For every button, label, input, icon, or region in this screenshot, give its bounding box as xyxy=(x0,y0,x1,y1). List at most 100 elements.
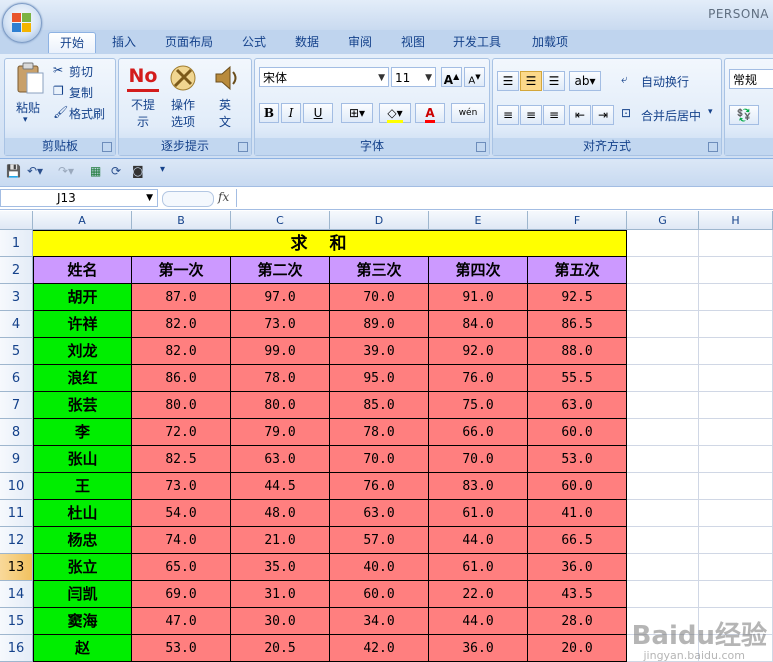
name-cell[interactable]: 杨忠 xyxy=(33,527,132,554)
italic-button[interactable]: I xyxy=(281,103,301,123)
clipboard-launcher-icon[interactable] xyxy=(102,142,112,152)
score-cell[interactable]: 55.5 xyxy=(528,365,627,392)
cut-button[interactable]: 剪切 xyxy=(69,63,93,80)
chevron-down-icon[interactable]: ▼ xyxy=(146,190,153,206)
empty-cell[interactable] xyxy=(699,473,773,500)
score-cell[interactable]: 42.0 xyxy=(330,635,429,662)
empty-cell[interactable] xyxy=(699,419,773,446)
score-cell[interactable]: 76.0 xyxy=(429,365,528,392)
save-icon[interactable]: 💾 xyxy=(6,164,21,178)
formula-input[interactable] xyxy=(236,189,773,207)
english-button[interactable]: 英文 xyxy=(217,97,233,131)
shrink-font-button[interactable]: A▼ xyxy=(464,67,485,87)
empty-cell[interactable] xyxy=(699,338,773,365)
score-cell[interactable]: 63.0 xyxy=(231,446,330,473)
row-header-6[interactable]: 6 xyxy=(0,365,33,392)
score-cell[interactable]: 95.0 xyxy=(330,365,429,392)
score-cell[interactable]: 20.5 xyxy=(231,635,330,662)
score-cell[interactable]: 36.0 xyxy=(429,635,528,662)
name-cell[interactable]: 闫凯 xyxy=(33,581,132,608)
select-all-corner[interactable] xyxy=(0,211,33,230)
name-cell[interactable]: 王 xyxy=(33,473,132,500)
name-cell[interactable]: 刘龙 xyxy=(33,338,132,365)
score-cell[interactable]: 80.0 xyxy=(231,392,330,419)
score-cell[interactable]: 70.0 xyxy=(330,284,429,311)
score-cell[interactable]: 85.0 xyxy=(330,392,429,419)
increase-indent-button[interactable]: ⇥ xyxy=(592,105,614,125)
column-header-h[interactable]: H xyxy=(699,211,773,230)
row-header-9[interactable]: 9 xyxy=(0,446,33,473)
score-cell[interactable]: 97.0 xyxy=(231,284,330,311)
score-cell[interactable]: 60.0 xyxy=(528,419,627,446)
row-header-5[interactable]: 5 xyxy=(0,338,33,365)
align-left-button[interactable]: ≡ xyxy=(497,105,519,125)
row-header-12[interactable]: 12 xyxy=(0,527,33,554)
empty-cell[interactable] xyxy=(627,554,699,581)
format-painter-button[interactable]: 格式刷 xyxy=(69,105,105,122)
font-size-select[interactable]: 11 ▼ xyxy=(391,67,436,87)
empty-cell[interactable] xyxy=(627,446,699,473)
empty-cell[interactable] xyxy=(627,284,699,311)
header-cell[interactable]: 第一次 xyxy=(132,257,231,284)
empty-cell[interactable] xyxy=(699,554,773,581)
bold-button[interactable]: B xyxy=(259,103,279,123)
align-right-button[interactable]: ≡ xyxy=(543,105,565,125)
column-header-f[interactable]: F xyxy=(528,211,627,230)
tab-home[interactable]: 开始 xyxy=(48,32,96,53)
office-button[interactable] xyxy=(2,3,42,43)
empty-cell[interactable] xyxy=(699,581,773,608)
score-cell[interactable]: 39.0 xyxy=(330,338,429,365)
empty-cell[interactable] xyxy=(627,365,699,392)
paste-icon[interactable] xyxy=(15,61,45,95)
paste-dropdown-icon[interactable]: ▾ xyxy=(23,115,28,125)
refresh-icon[interactable]: ⟳ xyxy=(111,164,121,178)
empty-cell[interactable] xyxy=(699,257,773,284)
empty-cell[interactable] xyxy=(627,230,699,257)
row-header-15[interactable]: 15 xyxy=(0,608,33,635)
empty-cell[interactable] xyxy=(627,392,699,419)
spreadsheet-icon[interactable]: ▦ xyxy=(90,164,101,178)
score-cell[interactable]: 57.0 xyxy=(330,527,429,554)
score-cell[interactable]: 65.0 xyxy=(132,554,231,581)
score-cell[interactable]: 35.0 xyxy=(231,554,330,581)
align-top-button[interactable]: ☰ xyxy=(497,71,519,91)
empty-cell[interactable] xyxy=(627,338,699,365)
score-cell[interactable]: 20.0 xyxy=(528,635,627,662)
score-cell[interactable]: 84.0 xyxy=(429,311,528,338)
align-middle-button[interactable]: ☰ xyxy=(520,71,542,91)
number-format-select[interactable]: 常规 xyxy=(729,69,773,89)
row-header-4[interactable]: 4 xyxy=(0,311,33,338)
score-cell[interactable]: 34.0 xyxy=(330,608,429,635)
operation-options-button[interactable]: 操作选项 xyxy=(169,97,197,131)
merge-dropdown-icon[interactable]: ▾ xyxy=(708,107,713,117)
name-cell[interactable]: 赵 xyxy=(33,635,132,662)
score-cell[interactable]: 78.0 xyxy=(231,365,330,392)
score-cell[interactable]: 70.0 xyxy=(330,446,429,473)
row-header-13[interactable]: 13 xyxy=(0,554,33,581)
score-cell[interactable]: 21.0 xyxy=(231,527,330,554)
name-cell[interactable]: 李 xyxy=(33,419,132,446)
font-launcher-icon[interactable] xyxy=(476,142,486,152)
underline-button[interactable]: U xyxy=(303,103,333,123)
empty-cell[interactable] xyxy=(627,311,699,338)
empty-cell[interactable] xyxy=(699,230,773,257)
undo-icon[interactable]: ↶▾ xyxy=(27,164,43,178)
accounting-format-button[interactable]: 💱 xyxy=(729,105,759,125)
tab-insert[interactable]: 插入 xyxy=(104,32,144,52)
score-cell[interactable]: 80.0 xyxy=(132,392,231,419)
row-header-7[interactable]: 7 xyxy=(0,392,33,419)
score-cell[interactable]: 54.0 xyxy=(132,500,231,527)
empty-cell[interactable] xyxy=(699,527,773,554)
row-header-1[interactable]: 1 xyxy=(0,230,33,257)
name-cell[interactable]: 张芸 xyxy=(33,392,132,419)
empty-cell[interactable] xyxy=(627,500,699,527)
row-header-10[interactable]: 10 xyxy=(0,473,33,500)
name-cell[interactable]: 胡开 xyxy=(33,284,132,311)
score-cell[interactable]: 61.0 xyxy=(429,500,528,527)
tab-view[interactable]: 视图 xyxy=(393,32,433,52)
score-cell[interactable]: 63.0 xyxy=(330,500,429,527)
score-cell[interactable]: 89.0 xyxy=(330,311,429,338)
header-cell[interactable]: 第二次 xyxy=(231,257,330,284)
font-color-button[interactable]: A xyxy=(415,103,445,123)
score-cell[interactable]: 60.0 xyxy=(528,473,627,500)
